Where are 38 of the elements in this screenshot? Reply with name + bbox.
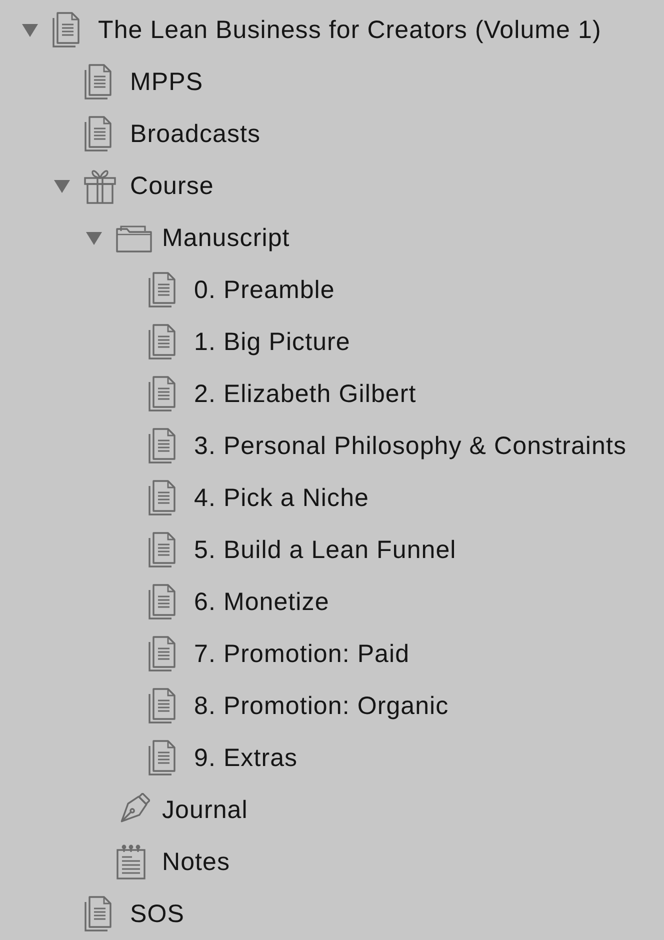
document-icon <box>148 636 176 672</box>
outline-item[interactable]: 6. Monetize <box>194 587 330 617</box>
document-icon <box>148 480 176 516</box>
document-icon <box>148 688 176 724</box>
document-icon <box>84 116 112 152</box>
outline-item[interactable]: 0. Preamble <box>194 275 335 305</box>
document-icon <box>52 12 80 48</box>
document-icon <box>148 428 176 464</box>
document-icon <box>148 272 176 308</box>
outline-item[interactable]: 1. Big Picture <box>194 327 350 357</box>
outline-item[interactable]: MPPS <box>130 67 204 97</box>
outline-item[interactable]: 3. Personal Philosophy & Constraints <box>194 431 627 461</box>
outline-item[interactable]: 2. Elizabeth Gilbert <box>194 379 416 409</box>
disclosure-triangle[interactable] <box>86 232 102 244</box>
outline-item[interactable]: Broadcasts <box>130 119 261 149</box>
notepad-icon <box>116 844 146 880</box>
outline-item[interactable]: 9. Extras <box>194 743 298 773</box>
gift-icon <box>84 168 116 204</box>
outline-item[interactable]: Journal <box>162 795 248 825</box>
document-icon <box>148 740 176 776</box>
outline-item[interactable]: The Lean Business for Creators (Volume 1) <box>98 15 602 45</box>
outline-item[interactable]: 8. Promotion: Organic <box>194 691 449 721</box>
outline-item[interactable]: 5. Build a Lean Funnel <box>194 535 456 565</box>
outline-item[interactable]: Manuscript <box>162 223 290 253</box>
document-icon <box>148 376 176 412</box>
document-icon <box>148 532 176 568</box>
outline-item[interactable]: Notes <box>162 847 230 877</box>
outline-item[interactable]: 4. Pick a Niche <box>194 483 369 513</box>
document-icon <box>84 896 112 932</box>
outline-item[interactable]: SOS <box>130 899 184 929</box>
folder-icon <box>116 223 152 253</box>
disclosure-triangle[interactable] <box>54 180 70 192</box>
disclosure-triangle[interactable] <box>22 24 38 36</box>
document-icon <box>84 64 112 100</box>
document-icon <box>148 324 176 360</box>
outline-item[interactable]: 7. Promotion: Paid <box>194 639 410 669</box>
document-icon <box>148 584 176 620</box>
outline-item[interactable]: Course <box>130 171 214 201</box>
